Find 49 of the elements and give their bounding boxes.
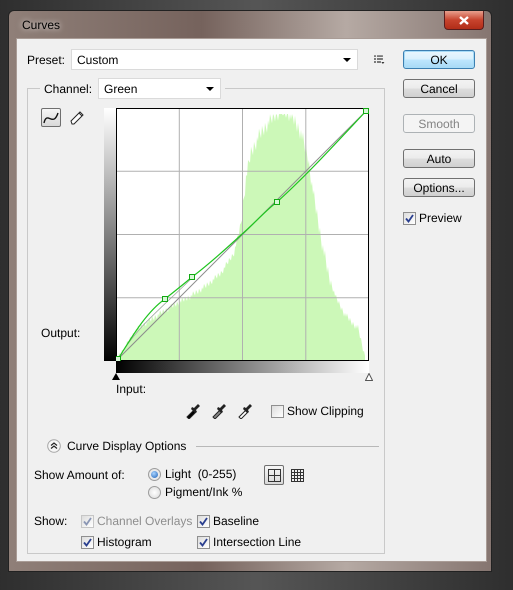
pencil-icon: [69, 110, 85, 126]
checkbox-label: Baseline: [213, 514, 260, 528]
channel-dropdown[interactable]: Green: [98, 78, 222, 99]
radio-button[interactable]: [148, 468, 161, 480]
grid-icon: [290, 468, 304, 482]
section-title: Curve Display Options: [67, 439, 186, 453]
checkbox-label: Histogram: [97, 535, 152, 549]
slider-handle[interactable]: [365, 373, 373, 381]
control-point[interactable]: [189, 274, 195, 280]
menu-icon[interactable]: [374, 55, 385, 64]
preset-label: Preset:: [27, 52, 66, 66]
output-label: Output:: [41, 326, 82, 340]
preset-dropdown[interactable]: Custom: [71, 49, 358, 70]
window-title: Curves: [21, 18, 60, 32]
control-point[interactable]: [363, 108, 369, 114]
curve-tool-button[interactable]: [41, 108, 61, 127]
checkbox-label: Intersection Line: [213, 535, 302, 549]
radio-label: Light (0-255): [165, 467, 236, 481]
collapse-chevron-icon[interactable]: [47, 439, 61, 453]
channel-label: Channel:: [44, 82, 92, 96]
checkbox-label: Preview: [419, 211, 462, 225]
radio-label: Pigment/Ink %: [165, 485, 242, 499]
control-point[interactable]: [162, 296, 168, 302]
checkbox-label: Show Clipping: [287, 404, 364, 418]
control-point[interactable]: [274, 199, 280, 205]
radio-button[interactable]: [148, 486, 161, 498]
show-label: Show:: [34, 514, 68, 528]
checkbox[interactable]: [271, 404, 284, 418]
grid-button[interactable]: [264, 465, 284, 485]
checkbox[interactable]: [403, 212, 416, 224]
auto-button[interactable]: Auto: [403, 149, 475, 168]
input-label: Input:: [116, 382, 146, 396]
options-button[interactable]: Options...: [403, 178, 475, 197]
slider-handle[interactable]: [112, 373, 120, 381]
checkbox-label: Channel Overlays: [97, 514, 192, 528]
close-button[interactable]: [444, 11, 484, 30]
eyedropper-icon[interactable]: [185, 403, 201, 419]
eyedropper-icon[interactable]: [237, 403, 253, 419]
checkbox[interactable]: [197, 536, 210, 548]
caret-icon: [206, 86, 214, 90]
eyedropper-icon[interactable]: [211, 403, 227, 419]
show-amount-label: Show Amount of:: [34, 468, 126, 484]
caret-icon: [343, 58, 352, 62]
checkbox[interactable]: [81, 536, 94, 548]
cancel-button[interactable]: Cancel: [403, 79, 475, 98]
ok-button[interactable]: OK: [403, 50, 475, 69]
grid-icon: [268, 468, 281, 482]
close-icon: [459, 16, 469, 24]
checkbox[interactable]: [197, 514, 210, 528]
